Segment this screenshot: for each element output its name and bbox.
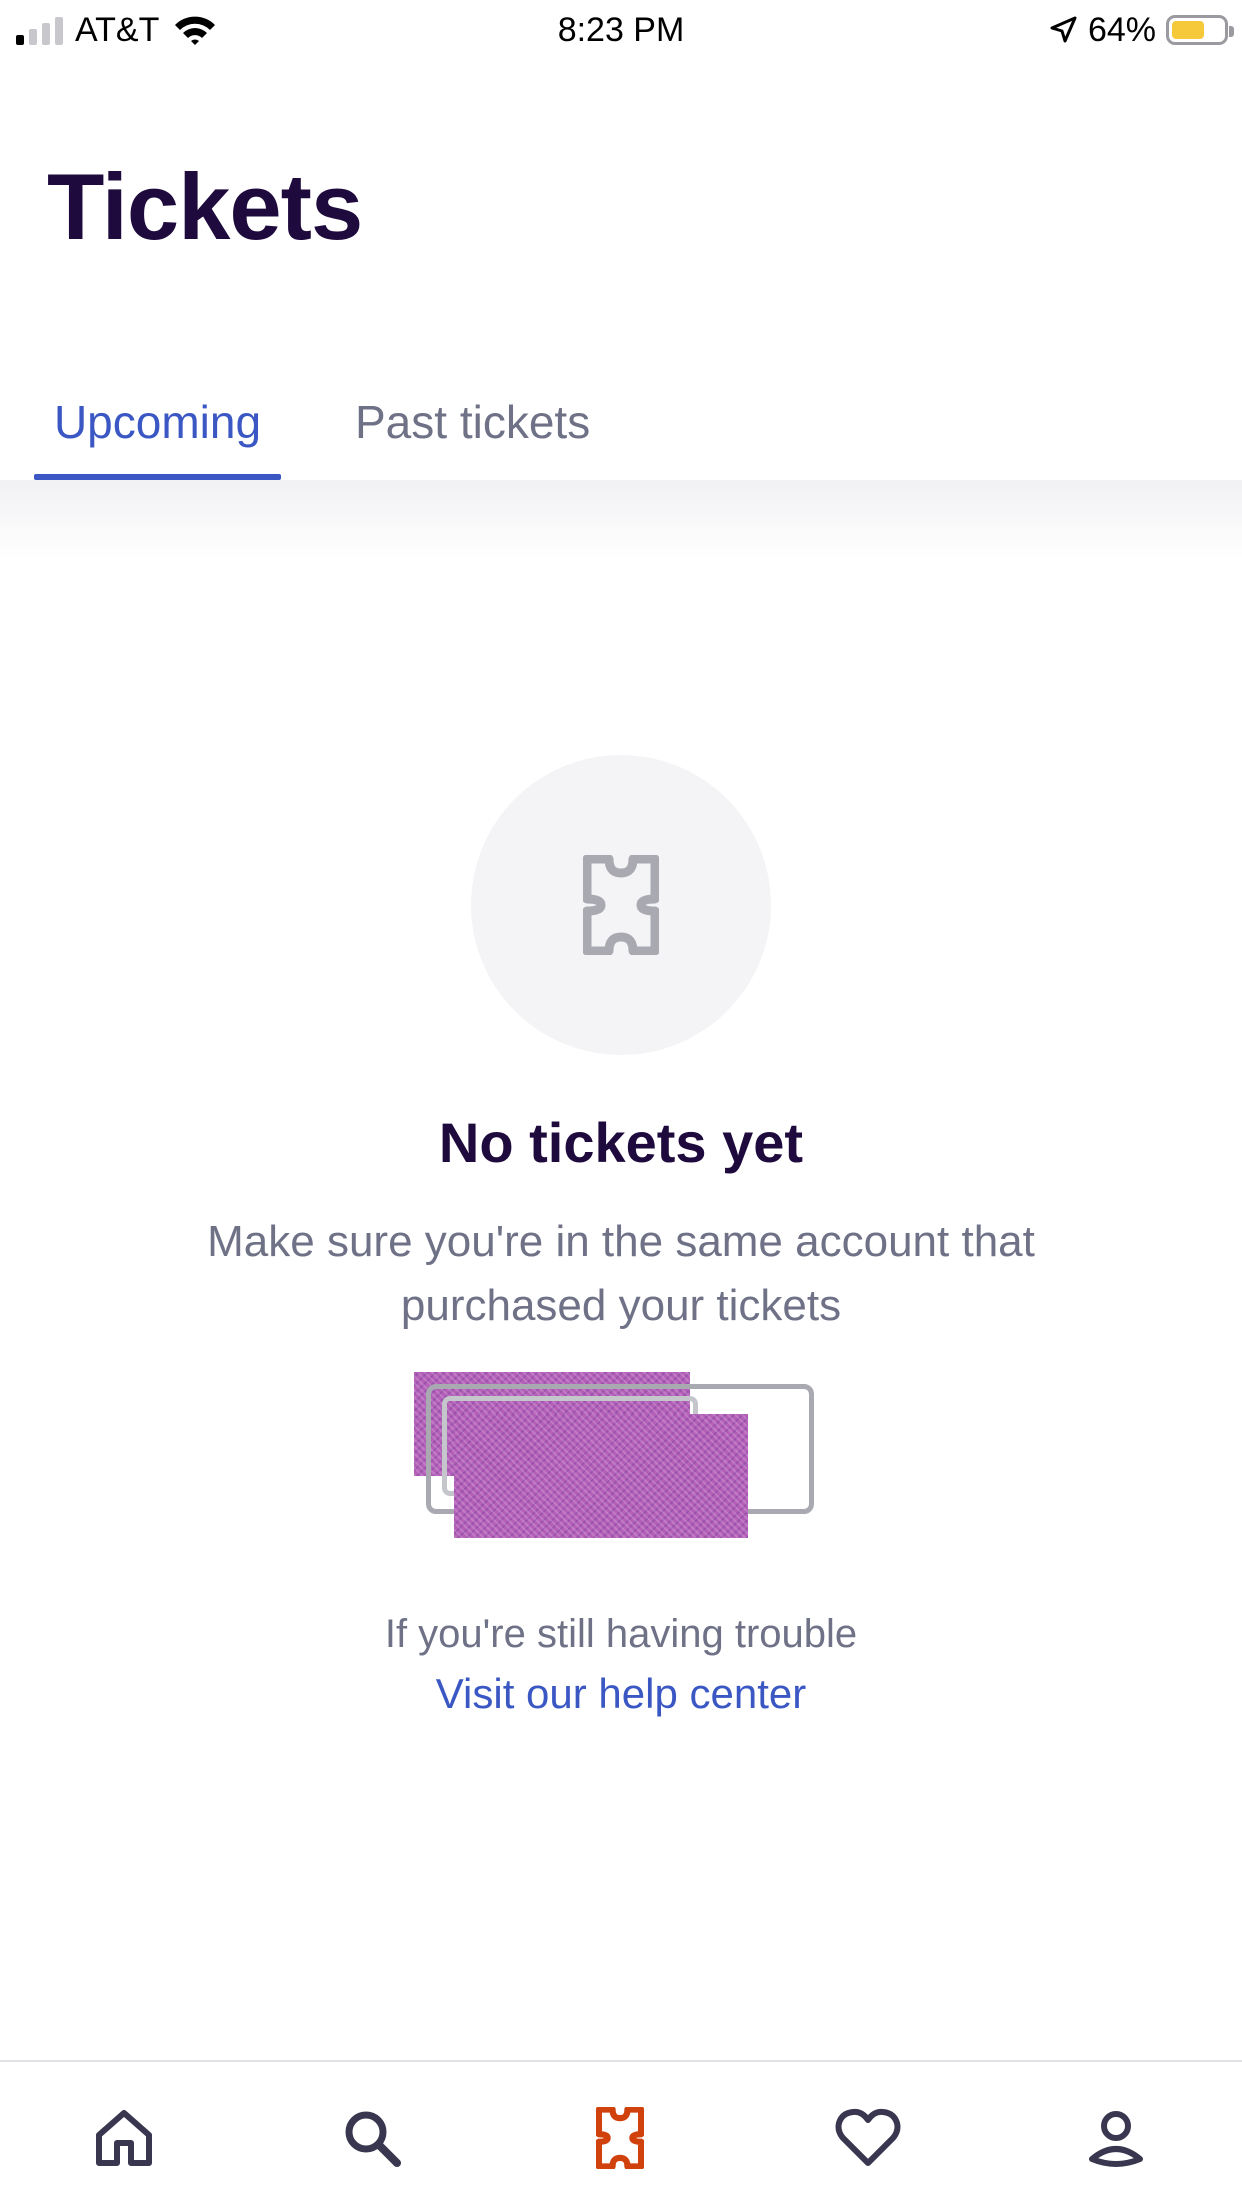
empty-state-icon-circle <box>471 755 771 1055</box>
ticket-icon <box>596 2107 644 2169</box>
nav-likes[interactable] <box>828 2098 908 2178</box>
status-bar: AT&T 8:23 PM 64% <box>0 0 1242 60</box>
empty-state-title: No tickets yet <box>438 1111 804 1174</box>
nav-tickets[interactable] <box>580 2098 660 2178</box>
empty-state-description: Make sure you're in the same account tha… <box>207 1217 1035 1330</box>
search-icon <box>345 2111 401 2167</box>
tabs-divider-shadow <box>0 480 1242 560</box>
nav-home[interactable] <box>84 2098 164 2178</box>
battery-charging-icon <box>1166 15 1234 45</box>
bottom-nav <box>0 2060 1242 2210</box>
heart-icon <box>835 2108 901 2166</box>
page-title: Tickets <box>47 154 363 259</box>
battery-fill <box>1172 21 1204 39</box>
ticket-illustration <box>410 1370 830 1540</box>
tab-upcoming[interactable]: Upcoming <box>34 390 281 480</box>
ticket-icon <box>583 855 659 955</box>
tab-bar: Upcoming Past tickets <box>0 380 1242 480</box>
trouble-text: If you're still having trouble <box>384 1612 858 1656</box>
help-center-link[interactable]: Visit our help center <box>0 1670 1242 1718</box>
ticket-image-front <box>454 1414 748 1538</box>
tab-past-tickets[interactable]: Past tickets <box>355 390 590 480</box>
location-icon <box>1050 16 1077 43</box>
home-icon <box>96 2110 152 2166</box>
nav-profile[interactable] <box>1076 2098 1156 2178</box>
battery-percent: 64% <box>1087 10 1156 49</box>
status-right: 64% <box>1048 8 1234 52</box>
profile-icon <box>1089 2111 1143 2167</box>
nav-search[interactable] <box>332 2098 412 2178</box>
